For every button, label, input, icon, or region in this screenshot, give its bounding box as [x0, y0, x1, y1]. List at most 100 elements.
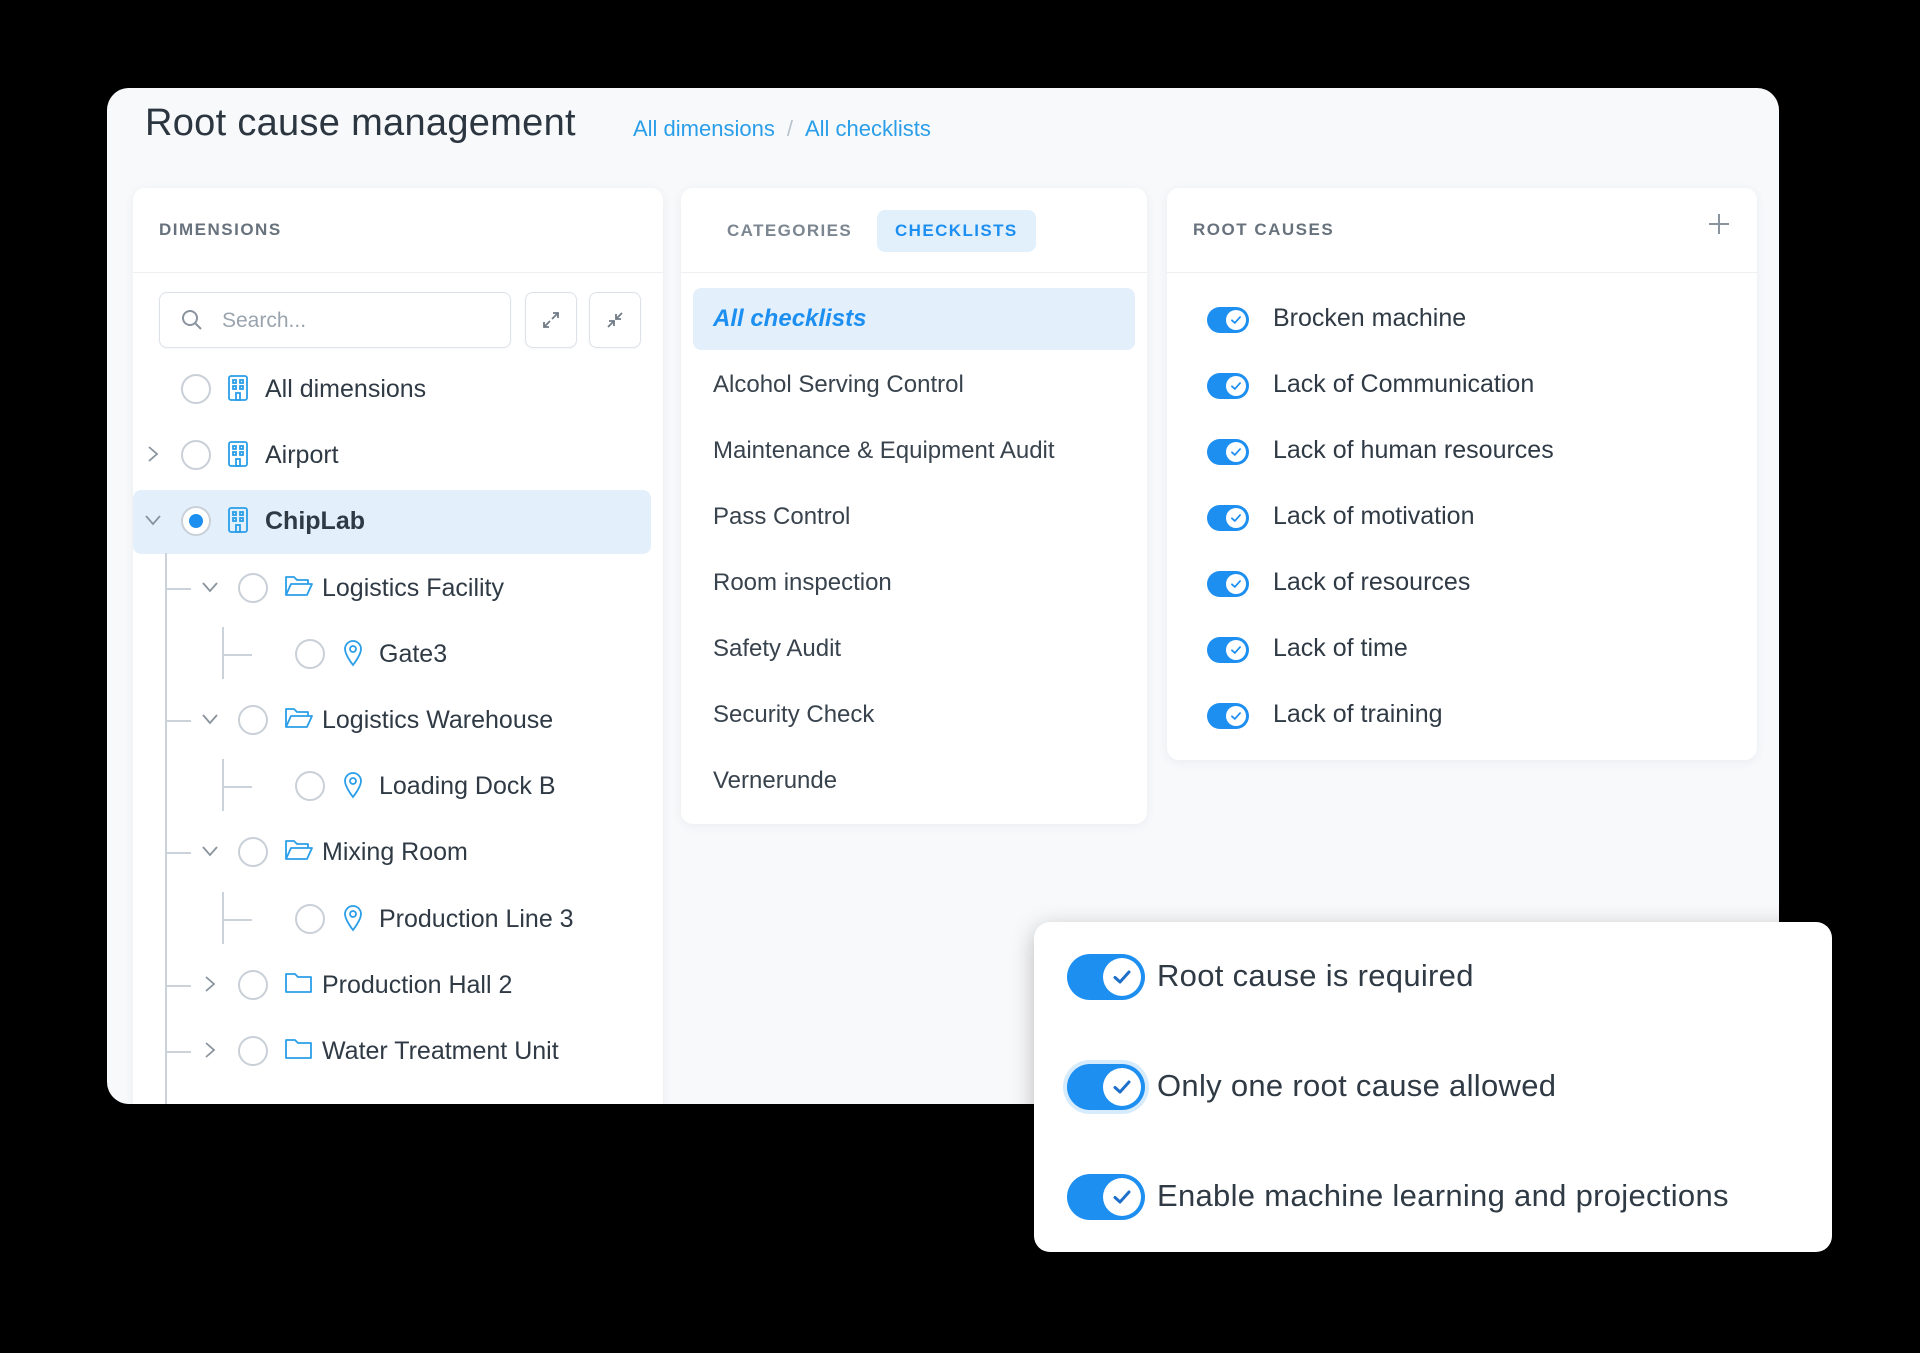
tree-radio[interactable]: [238, 705, 268, 735]
setting-toggle[interactable]: [1067, 954, 1145, 1000]
tree-radio[interactable]: [295, 903, 325, 934]
checklist-item[interactable]: Alcohol Serving Control: [693, 354, 1135, 416]
expand-icon: [543, 312, 559, 328]
search-input[interactable]: [220, 304, 494, 338]
checklist-item[interactable]: Safety Audit: [693, 618, 1135, 680]
root-cause-settings-card: Root cause is required Only one root caus…: [1034, 922, 1832, 1252]
tree-radio[interactable]: [238, 837, 268, 868]
setting-toggle[interactable]: [1067, 1174, 1145, 1220]
page-title: Root cause management: [145, 102, 576, 144]
breadcrumb-all-dimensions[interactable]: All dimensions: [633, 116, 775, 141]
tree-row[interactable]: Logistics Warehouse: [133, 689, 651, 753]
root-cause-toggle[interactable]: [1207, 637, 1249, 663]
tab-categories[interactable]: CATEGORIES: [709, 210, 870, 252]
tree-connector-line: [165, 587, 191, 590]
breadcrumb: All dimensions / All checklists: [633, 116, 931, 142]
folder-icon: [284, 970, 314, 1001]
root-cause-toggle[interactable]: [1207, 703, 1249, 729]
root-cause-toggle[interactable]: [1207, 307, 1249, 333]
chevron-right-icon[interactable]: [200, 974, 220, 999]
tree-row[interactable]: Logistics Facility: [133, 557, 651, 621]
add-root-cause-button[interactable]: [1707, 212, 1731, 236]
tree-radio[interactable]: [238, 969, 268, 1000]
checklist-item[interactable]: Room inspection: [693, 552, 1135, 614]
tree-radio[interactable]: [181, 506, 211, 537]
tree-connector-line: [165, 1051, 191, 1053]
tree-connector-line: [165, 984, 191, 987]
check-icon: [1231, 316, 1241, 324]
checklist-item[interactable]: Pass Control: [693, 486, 1135, 548]
tree-radio[interactable]: [295, 638, 325, 669]
chevron-down-icon[interactable]: [200, 841, 220, 866]
tree-row[interactable]: ChipLab: [133, 490, 651, 555]
setting-toggle[interactable]: [1067, 1064, 1145, 1110]
tree-row[interactable]: Production Hall 2: [133, 954, 651, 1018]
collapse-all-button[interactable]: [589, 292, 641, 348]
tree-row[interactable]: Production Line 3: [133, 888, 651, 952]
toggle-knob: [1226, 706, 1246, 726]
toggle-knob: [1103, 958, 1141, 996]
tree-row-label: Mixing Room: [322, 838, 468, 867]
root-cause-label: Lack of training: [1273, 700, 1443, 728]
location-pin-icon: [341, 904, 365, 937]
check-icon: [1231, 382, 1241, 390]
chevron-right-icon[interactable]: [143, 444, 163, 469]
root-cause-label: Lack of resources: [1273, 568, 1471, 596]
dimensions-panel: DIMENSIONS All dimensions Airport ChipLab L…: [133, 188, 663, 1104]
folder-icon: [284, 1036, 314, 1067]
tree-radio[interactable]: [238, 1036, 268, 1066]
chevron-down-icon[interactable]: [200, 577, 220, 602]
building-icon: [227, 374, 249, 407]
checklist-item[interactable]: Maintenance & Equipment Audit: [693, 420, 1135, 482]
chevron-right-icon[interactable]: [200, 1040, 220, 1065]
tree-radio[interactable]: [238, 572, 268, 603]
root-causes-panel-title: ROOT CAUSES: [1193, 220, 1335, 239]
expand-all-button[interactable]: [525, 292, 577, 348]
check-icon: [1113, 970, 1131, 984]
folder-open-icon: [284, 837, 314, 868]
dimensions-panel-title: DIMENSIONS: [159, 220, 282, 239]
root-cause-toggle[interactable]: [1207, 373, 1249, 399]
tree-row[interactable]: Mixing Room: [133, 821, 651, 885]
tree-row-label: All dimensions: [265, 375, 427, 403]
tree-radio[interactable]: [181, 374, 211, 404]
checklists-panel: CATEGORIES CHECKLISTS All checklists Alco…: [681, 188, 1147, 824]
root-cause-label: Lack of motivation: [1273, 502, 1475, 530]
tree-radio[interactable]: [295, 771, 325, 802]
setting-row: Enable machine learning and projections: [1067, 1168, 1807, 1228]
root-cause-label: Brocken machine: [1273, 304, 1467, 332]
tree-row[interactable]: Gate3: [133, 623, 651, 687]
root-cause-item: Lack of time: [1207, 628, 1727, 668]
tree-row-label: Water Treatment Unit: [322, 1037, 559, 1065]
tree-row[interactable]: Water Treatment Unit: [133, 1020, 651, 1084]
tree-row[interactable]: Loading Dock B: [133, 755, 651, 819]
tree-row[interactable]: Airport: [133, 424, 651, 488]
chevron-down-icon[interactable]: [143, 510, 163, 535]
root-cause-item: Lack of human resources: [1207, 430, 1727, 470]
tree-radio[interactable]: [181, 440, 211, 471]
root-cause-toggle[interactable]: [1207, 505, 1249, 531]
root-cause-label: Lack of time: [1273, 634, 1408, 662]
root-cause-toggle[interactable]: [1207, 439, 1249, 465]
checklist-item[interactable]: All checklists: [693, 288, 1135, 350]
toggle-knob: [1103, 1178, 1141, 1216]
folder-open-icon: [284, 705, 314, 736]
toggle-knob: [1226, 310, 1246, 330]
tree-row-label: Logistics Facility: [322, 573, 504, 602]
toggle-knob: [1103, 1068, 1141, 1106]
checklist-item[interactable]: Security Check: [693, 684, 1135, 746]
tab-checklists[interactable]: CHECKLISTS: [877, 210, 1036, 252]
tree-row-label: ChipLab: [265, 507, 365, 536]
tree-row-label: Production Line 3: [379, 904, 574, 933]
tree-row-label: Production Hall 2: [322, 970, 513, 999]
tree-row[interactable]: All dimensions: [133, 358, 651, 422]
tree-connector-line: [222, 918, 252, 921]
checklist-item[interactable]: Vernerunde: [693, 750, 1135, 812]
breadcrumb-all-checklists[interactable]: All checklists: [805, 116, 931, 141]
tree-row-label: Logistics Warehouse: [322, 706, 554, 734]
chevron-down-icon[interactable]: [200, 709, 220, 734]
check-icon: [1231, 448, 1241, 456]
root-cause-label: Lack of Communication: [1273, 370, 1535, 398]
folder-open-icon: [284, 573, 314, 604]
root-cause-toggle[interactable]: [1207, 571, 1249, 597]
